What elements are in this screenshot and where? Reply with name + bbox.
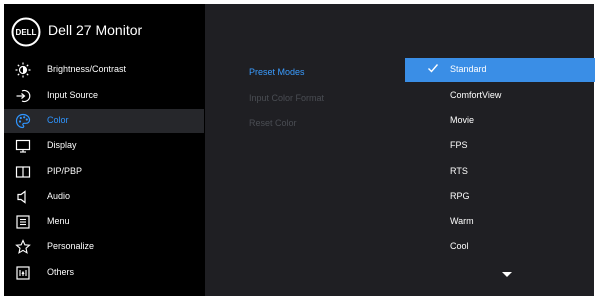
sidebar-item-label: Others [47, 267, 75, 277]
option-rts[interactable]: RTS [405, 160, 595, 184]
option-rpg[interactable]: RPG [405, 185, 595, 209]
osd-header: DELL Dell 27 Monitor [4, 4, 204, 54]
option-warm[interactable]: Warm [405, 210, 595, 234]
sidebar-item-audio[interactable]: Audio [4, 185, 204, 209]
brightness-icon [15, 62, 31, 78]
sidebar-item-display[interactable]: Display [4, 134, 204, 158]
option-comfortview[interactable]: ComfortView [405, 84, 595, 108]
sidebar-item-input-source[interactable]: Input Source [4, 84, 204, 108]
audio-icon [17, 190, 26, 204]
checkmark-icon [428, 64, 439, 73]
star-icon [15, 239, 31, 254]
dell-logo: DELL [11, 17, 41, 47]
option-label: FPS [450, 140, 468, 150]
sidebar-item-label: Brightness/Contrast [47, 64, 127, 74]
sidebar-item-brightness-contrast[interactable]: Brightness/Contrast [4, 58, 204, 82]
menu-icon [16, 215, 30, 229]
sidebar-item-personalize[interactable]: Personalize [4, 235, 204, 259]
pip-pbp-icon [15, 166, 31, 178]
app-title: Dell 27 Monitor [48, 22, 143, 38]
color-palette-icon [15, 113, 31, 129]
sidebar-item-label: Audio [47, 191, 71, 201]
sidebar-item-label: Personalize [47, 241, 95, 251]
option-label: Warm [450, 216, 474, 226]
input-source-icon [16, 89, 31, 103]
monitor-osd: DELL Dell 27 Monitor Brightness/Contrast [4, 4, 595, 296]
submenu-item-reset-color: Reset Color [249, 118, 297, 128]
sidebar-item-pip-pbp[interactable]: PIP/PBP [4, 160, 204, 184]
sidebar-item-label: PIP/PBP [47, 166, 83, 176]
sidebar: DELL Dell 27 Monitor Brightness/Contrast [4, 4, 204, 296]
submenu-item-preset-modes[interactable]: Preset Modes [249, 67, 305, 77]
sidebar-item-color[interactable]: Color [4, 109, 204, 133]
option-label: Standard [450, 64, 487, 74]
sidebar-item-label: Input Source [47, 90, 99, 100]
sidebar-item-label: Display [47, 140, 77, 150]
chevron-down-icon[interactable] [502, 272, 512, 277]
sidebar-item-label: Color [47, 115, 69, 125]
option-label: Cool [450, 241, 469, 251]
submenu-item-input-color-format: Input Color Format [249, 93, 325, 103]
settings-panel: Preset Modes Input Color Format Reset Co… [205, 4, 595, 296]
sidebar-item-label: Menu [47, 216, 70, 226]
sidebar-item-others[interactable]: Others [4, 261, 204, 285]
option-cool[interactable]: Cool [405, 235, 595, 259]
others-icon [16, 266, 30, 280]
option-label: RPG [450, 191, 470, 201]
option-standard[interactable]: Standard [405, 58, 595, 82]
sidebar-item-menu[interactable]: Menu [4, 210, 204, 234]
option-label: RTS [450, 166, 468, 176]
display-icon [15, 139, 31, 153]
option-label: ComfortView [450, 90, 502, 100]
option-movie[interactable]: Movie [405, 109, 595, 133]
dell-logo-text: DELL [16, 28, 37, 37]
option-label: Movie [450, 115, 475, 125]
option-fps[interactable]: FPS [405, 134, 595, 158]
